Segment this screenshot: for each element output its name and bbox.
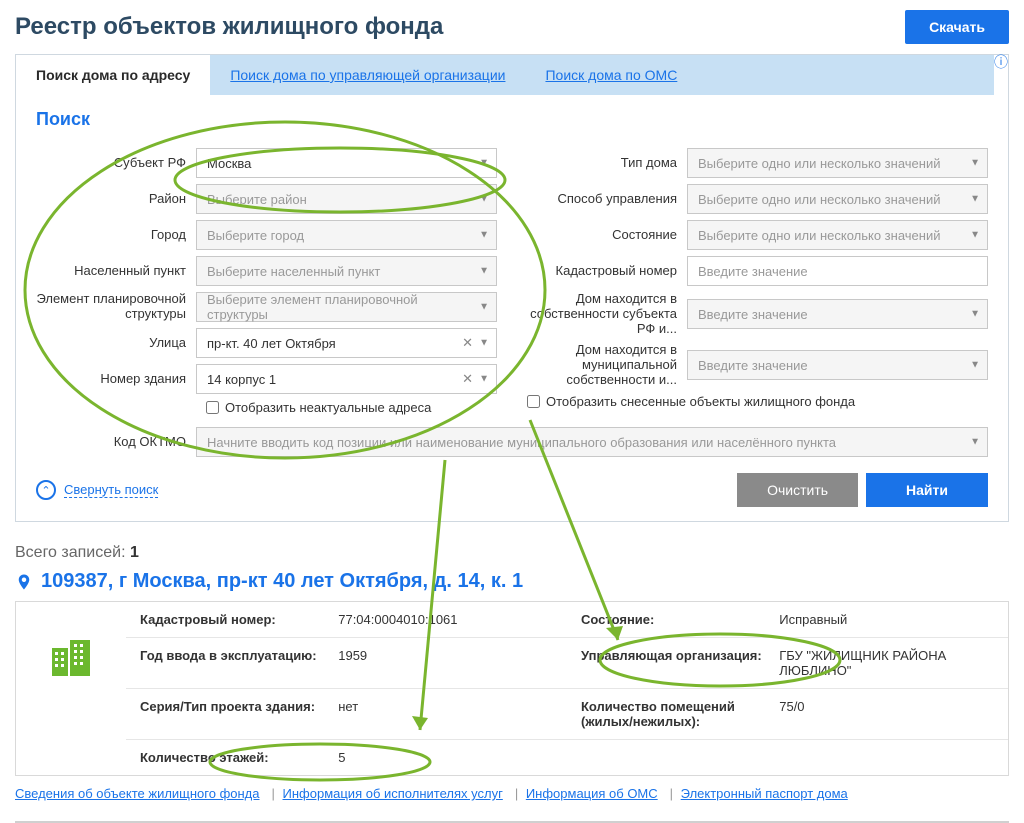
locality-label: Населенный пункт [36,264,196,279]
download-button[interactable]: Скачать [905,10,1009,44]
link-executors-info[interactable]: Информация об исполнителях услуг [283,786,503,801]
subject-label: Субъект РФ [36,156,196,171]
building-select[interactable]: 14 корпус 1 [196,364,497,394]
subject-select[interactable]: Москва [196,148,497,178]
floors-value: 5 [338,750,553,765]
district-select[interactable]: Выберите район [196,184,497,214]
tab-by-org[interactable]: Поиск дома по управляющей организации [210,55,525,95]
planning-label: Элемент планировочной структуры [36,292,196,322]
outdated-label: Отобразить неактуальные адреса [225,400,431,415]
cadastral-number-value: 77:04:0004010:1061 [338,612,553,627]
state-label: Состояние [527,228,687,243]
district-label: Район [36,192,196,207]
tab-by-oms[interactable]: Поиск дома по ОМС [525,55,697,95]
planning-select[interactable]: Выберите элемент планировочной структуры [196,292,497,322]
street-select[interactable]: пр-кт. 40 лет Октября [196,328,497,358]
clear-button[interactable]: Очистить [737,473,858,507]
building-label: Номер здания [36,372,196,387]
collapse-search-link[interactable]: ⌃ Свернуть поиск [36,480,158,500]
city-label: Город [36,228,196,243]
state-result-label: Состояние: [581,612,779,627]
info-icon[interactable]: ⓘ [994,52,1008,72]
pin-icon [15,571,33,593]
result-address[interactable]: 109387, г Москва, пр-кт 40 лет Октября, … [15,570,1009,593]
cadastral-number-label: Кадастровый номер: [140,612,338,627]
series-value: нет [338,699,553,729]
municipal-own-select[interactable]: Введите значение [687,350,988,380]
state-result-value: Исправный [779,612,994,627]
find-button[interactable]: Найти [866,473,988,507]
house-type-label: Тип дома [527,156,687,171]
chevron-up-icon: ⌃ [36,480,56,500]
oktmo-label: Код ОКТМО [36,435,196,450]
subject-own-label: Дом находится в собственности субъекта Р… [527,292,687,337]
search-tabs: Поиск дома по адресу Поиск дома по управ… [16,55,994,95]
subject-own-select[interactable]: Введите значение [687,299,988,329]
house-type-select[interactable]: Выберите одно или несколько значений [687,148,988,178]
demolished-checkbox[interactable] [527,395,540,408]
rooms-value: 75/0 [779,699,994,729]
link-object-info[interactable]: Сведения об объекте жилищного фонда [15,786,260,801]
rooms-label: Количество помещений (жилых/нежилых): [581,699,779,729]
series-label: Серия/Тип проекта здания: [140,699,338,729]
demolished-label: Отобразить снесенные объекты жилищного ф… [546,394,855,409]
municipal-own-label: Дом находится в муниципальной собственно… [527,343,687,388]
state-select[interactable]: Выберите одно или несколько значений [687,220,988,250]
clear-street-icon[interactable]: ✕ [462,335,473,351]
oktmo-input[interactable]: Начните вводить код позиции или наименов… [196,427,988,457]
clear-building-icon[interactable]: ✕ [462,371,473,387]
building-icon [46,630,96,680]
manager-value: ГБУ "ЖИЛИЩНИК РАЙОНА ЛЮБЛИНО" [779,648,994,678]
year-value: 1959 [338,648,553,678]
street-label: Улица [36,336,196,351]
cadastral-input[interactable]: Введите значение [687,256,988,286]
year-label: Год ввода в эксплуатацию: [140,648,338,678]
results-count: Всего записей: 1 [15,544,1009,562]
city-select[interactable]: Выберите город [196,220,497,250]
tab-by-address[interactable]: Поиск дома по адресу [16,55,210,95]
search-heading: Поиск [36,109,988,130]
link-passport[interactable]: Электронный паспорт дома [681,786,848,801]
outdated-checkbox[interactable] [206,401,219,414]
manage-label: Способ управления [527,192,687,207]
manager-label: Управляющая организация: [581,648,779,678]
page-title: Реестр объектов жилищного фонда [15,13,443,41]
locality-select[interactable]: Выберите населенный пункт [196,256,497,286]
cadastral-label: Кадастровый номер [527,264,687,279]
manage-select[interactable]: Выберите одно или несколько значений [687,184,988,214]
result-links: Сведения об объекте жилищного фонда| Инф… [15,786,1009,801]
result-card: Кадастровый номер: 77:04:0004010:1061 Со… [15,601,1009,776]
floors-label: Количество этажей: [140,750,338,765]
link-oms-info[interactable]: Информация об ОМС [526,786,658,801]
